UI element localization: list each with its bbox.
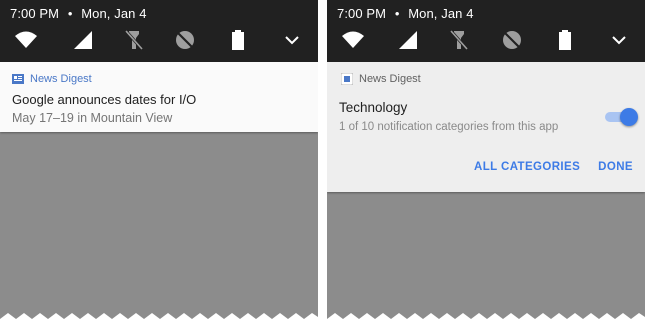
flashlight-off-icon[interactable] (447, 28, 471, 52)
time: 7:00 PM (10, 6, 60, 21)
torn-edge (327, 313, 645, 325)
date: Mon, Jan 4 (408, 6, 474, 21)
wifi-icon[interactable] (341, 28, 365, 52)
app-name: News Digest (30, 73, 92, 85)
right-phone-screen: 7:00 PM • Mon, Jan 4 News Digest Technol… (327, 0, 645, 325)
quick-settings-row (0, 28, 318, 54)
signal-icon[interactable] (396, 28, 420, 52)
category-toggle[interactable] (605, 108, 638, 126)
category-title: Technology (339, 100, 408, 115)
app-name: News Digest (359, 73, 421, 85)
notification-title: Google announces dates for I/O (12, 92, 197, 107)
status-bar: 7:00 PM • Mon, Jan 4 (0, 0, 318, 62)
notification-card[interactable]: News Digest Google announces dates for I… (0, 62, 318, 132)
category-subtitle: 1 of 10 notification categories from thi… (339, 121, 559, 133)
action-row: ALL CATEGORIES DONE (474, 161, 633, 173)
done-button[interactable]: DONE (598, 161, 633, 173)
status-text: 7:00 PM • Mon, Jan 4 (10, 6, 147, 21)
toggle-thumb (620, 108, 638, 126)
left-phone-screen: 7:00 PM • Mon, Jan 4 News Digest Google … (0, 0, 318, 325)
do-not-disturb-icon[interactable] (500, 28, 524, 52)
battery-icon[interactable] (553, 28, 577, 52)
news-app-icon (12, 74, 24, 84)
quick-settings-row (327, 28, 645, 54)
separator: • (67, 6, 73, 21)
status-text: 7:00 PM • Mon, Jan 4 (337, 6, 474, 21)
notification-text: May 17–19 in Mountain View (12, 111, 173, 125)
news-app-icon (341, 73, 353, 85)
battery-icon[interactable] (226, 28, 250, 52)
separator: • (394, 6, 400, 21)
all-categories-button[interactable]: ALL CATEGORIES (474, 161, 580, 173)
flashlight-off-icon[interactable] (122, 28, 146, 52)
chevron-down-icon[interactable] (280, 28, 304, 52)
status-bar: 7:00 PM • Mon, Jan 4 (327, 0, 645, 62)
date: Mon, Jan 4 (81, 6, 147, 21)
notification-settings-card: News Digest Technology 1 of 10 notificat… (327, 62, 645, 192)
notification-header: News Digest (12, 72, 92, 86)
notification-header: News Digest (341, 72, 421, 86)
wifi-icon[interactable] (14, 28, 38, 52)
signal-icon[interactable] (71, 28, 95, 52)
do-not-disturb-icon[interactable] (173, 28, 197, 52)
chevron-down-icon[interactable] (607, 28, 631, 52)
torn-edge (0, 313, 318, 325)
time: 7:00 PM (337, 6, 387, 21)
